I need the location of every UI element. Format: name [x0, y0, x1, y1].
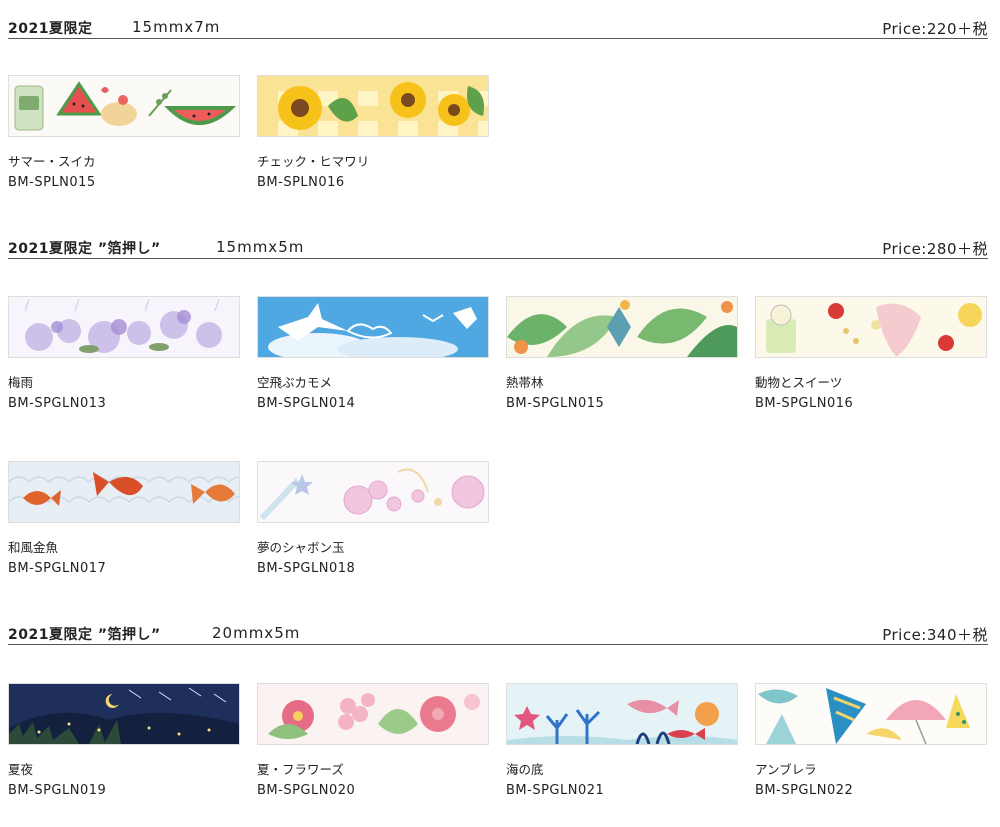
section-title: 2021夏限定 ”箔押し” — [8, 241, 161, 257]
product-name: 動物とスイーツ — [755, 375, 843, 390]
product-name: 和風金魚 — [8, 540, 59, 555]
sunflower-gingham-pattern-icon — [257, 75, 489, 137]
product-code: BM-SPGLN020 — [257, 783, 356, 798]
product-card[interactable]: 夏・フラワーズ BM-SPGLN020 — [257, 683, 489, 803]
tropical-leaves-pattern-icon — [506, 296, 738, 358]
section-size: 20mmx5m — [212, 624, 301, 642]
product-card[interactable]: サマー・スイカ BM-SPLN015 — [8, 75, 240, 195]
product-code: BM-SPLN016 — [257, 175, 345, 190]
sea-floor-pattern-icon — [506, 683, 738, 745]
summer-night-pattern-icon — [8, 683, 240, 745]
product-name: チェック・ヒマワリ — [257, 154, 370, 169]
product-name: 海の底 — [506, 762, 544, 777]
section-header-1: 2021夏限定 15mmx7m Price:220＋税 — [8, 14, 988, 39]
product-code: BM-SPGLN019 — [8, 783, 107, 798]
section-size: 15mmx5m — [216, 238, 305, 256]
product-card[interactable]: アンブレラ BM-SPGLN022 — [755, 683, 987, 803]
umbrellas-pattern-icon — [755, 683, 987, 745]
product-card[interactable]: 夏夜 BM-SPGLN019 — [8, 683, 240, 803]
product-card[interactable]: 夢のシャボン玉 BM-SPGLN018 — [257, 461, 489, 581]
section-title: 2021夏限定 ”箔押し” — [8, 627, 161, 643]
section-header-3: 2021夏限定 ”箔押し” 20mmx5m Price:340＋税 — [8, 620, 988, 645]
product-code: BM-SPGLN018 — [257, 561, 356, 576]
section-price: Price:340＋税 — [882, 626, 988, 644]
product-code: BM-SPGLN017 — [8, 561, 107, 576]
product-card[interactable]: 海の底 BM-SPGLN021 — [506, 683, 738, 803]
product-code: BM-SPGLN016 — [755, 396, 854, 411]
product-code: BM-SPGLN022 — [755, 783, 854, 798]
watermelon-soda-pattern-icon — [8, 75, 240, 137]
product-name: 空飛ぶカモメ — [257, 375, 333, 390]
product-code: BM-SPGLN021 — [506, 783, 605, 798]
product-card[interactable]: チェック・ヒマワリ BM-SPLN016 — [257, 75, 489, 195]
product-code: BM-SPGLN014 — [257, 396, 356, 411]
summer-flowers-pattern-icon — [257, 683, 489, 745]
product-name: サマー・スイカ — [8, 154, 96, 169]
product-name: 夢のシャボン玉 — [257, 540, 345, 555]
product-card[interactable]: 動物とスイーツ BM-SPGLN016 — [755, 296, 987, 416]
section-price: Price:280＋税 — [882, 240, 988, 258]
product-code: BM-SPLN015 — [8, 175, 96, 190]
product-name: 熱帯林 — [506, 375, 544, 390]
animal-sweets-pattern-icon — [755, 296, 987, 358]
soap-bubbles-pattern-icon — [257, 461, 489, 523]
product-code: BM-SPGLN015 — [506, 396, 605, 411]
section-title: 2021夏限定 — [8, 21, 93, 37]
product-card[interactable]: 和風金魚 BM-SPGLN017 — [8, 461, 240, 581]
product-name: 夏・フラワーズ — [257, 762, 344, 777]
seagull-sky-pattern-icon — [257, 296, 489, 358]
section-price: Price:220＋税 — [882, 20, 988, 38]
goldfish-waves-pattern-icon — [8, 461, 240, 523]
product-card[interactable]: 梅雨 BM-SPGLN013 — [8, 296, 240, 416]
hydrangea-rain-pattern-icon — [8, 296, 240, 358]
product-name: 梅雨 — [8, 375, 34, 390]
section-size: 15mmx7m — [132, 18, 221, 36]
product-name: アンブレラ — [755, 762, 817, 777]
product-card[interactable]: 空飛ぶカモメ BM-SPGLN014 — [257, 296, 489, 416]
section-header-2: 2021夏限定 ”箔押し” 15mmx5m Price:280＋税 — [8, 234, 988, 259]
product-code: BM-SPGLN013 — [8, 396, 107, 411]
product-name: 夏夜 — [8, 762, 34, 777]
product-card[interactable]: 熱帯林 BM-SPGLN015 — [506, 296, 738, 416]
